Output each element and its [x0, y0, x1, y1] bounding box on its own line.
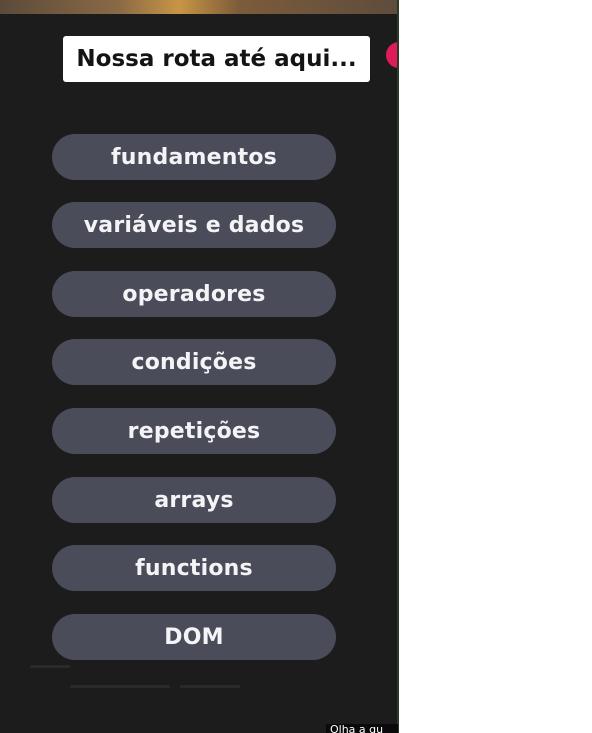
frame-edge	[397, 0, 399, 733]
topic-label: repetições	[127, 418, 261, 444]
topic-label: variáveis e dados	[83, 212, 305, 238]
topic-label: DOM	[164, 624, 224, 650]
route-title-card: Nossa rota até aqui...	[63, 36, 370, 82]
topic-label: arrays	[154, 487, 234, 513]
topic-pill-functions: functions	[52, 545, 336, 591]
video-artifact-line	[180, 685, 240, 688]
topic-pill-fundamentos: fundamentos	[52, 134, 336, 180]
topic-pill-arrays: arrays	[52, 477, 336, 523]
topic-pill-variaveis-e-dados: variáveis e dados	[52, 202, 336, 248]
topic-label: condições	[131, 349, 257, 375]
topic-label: functions	[135, 555, 253, 581]
topic-pill-operadores: operadores	[52, 271, 336, 317]
route-title: Nossa rota até aqui...	[76, 46, 357, 72]
caption-text: Olha a gu	[330, 724, 384, 733]
video-top-strip	[0, 0, 398, 14]
video-artifact-line	[70, 685, 170, 688]
topic-pill-repeticoes: repetições	[52, 408, 336, 454]
topic-label: operadores	[122, 281, 266, 307]
topic-pill-dom: DOM	[52, 614, 336, 660]
video-artifact-line	[30, 665, 70, 668]
topic-pill-condicoes: condições	[52, 339, 336, 385]
topic-label: fundamentos	[111, 144, 277, 170]
video-frame: Nossa rota até aqui... fundamentos variá…	[0, 0, 398, 733]
caption-chip: Olha a gu	[326, 724, 398, 733]
